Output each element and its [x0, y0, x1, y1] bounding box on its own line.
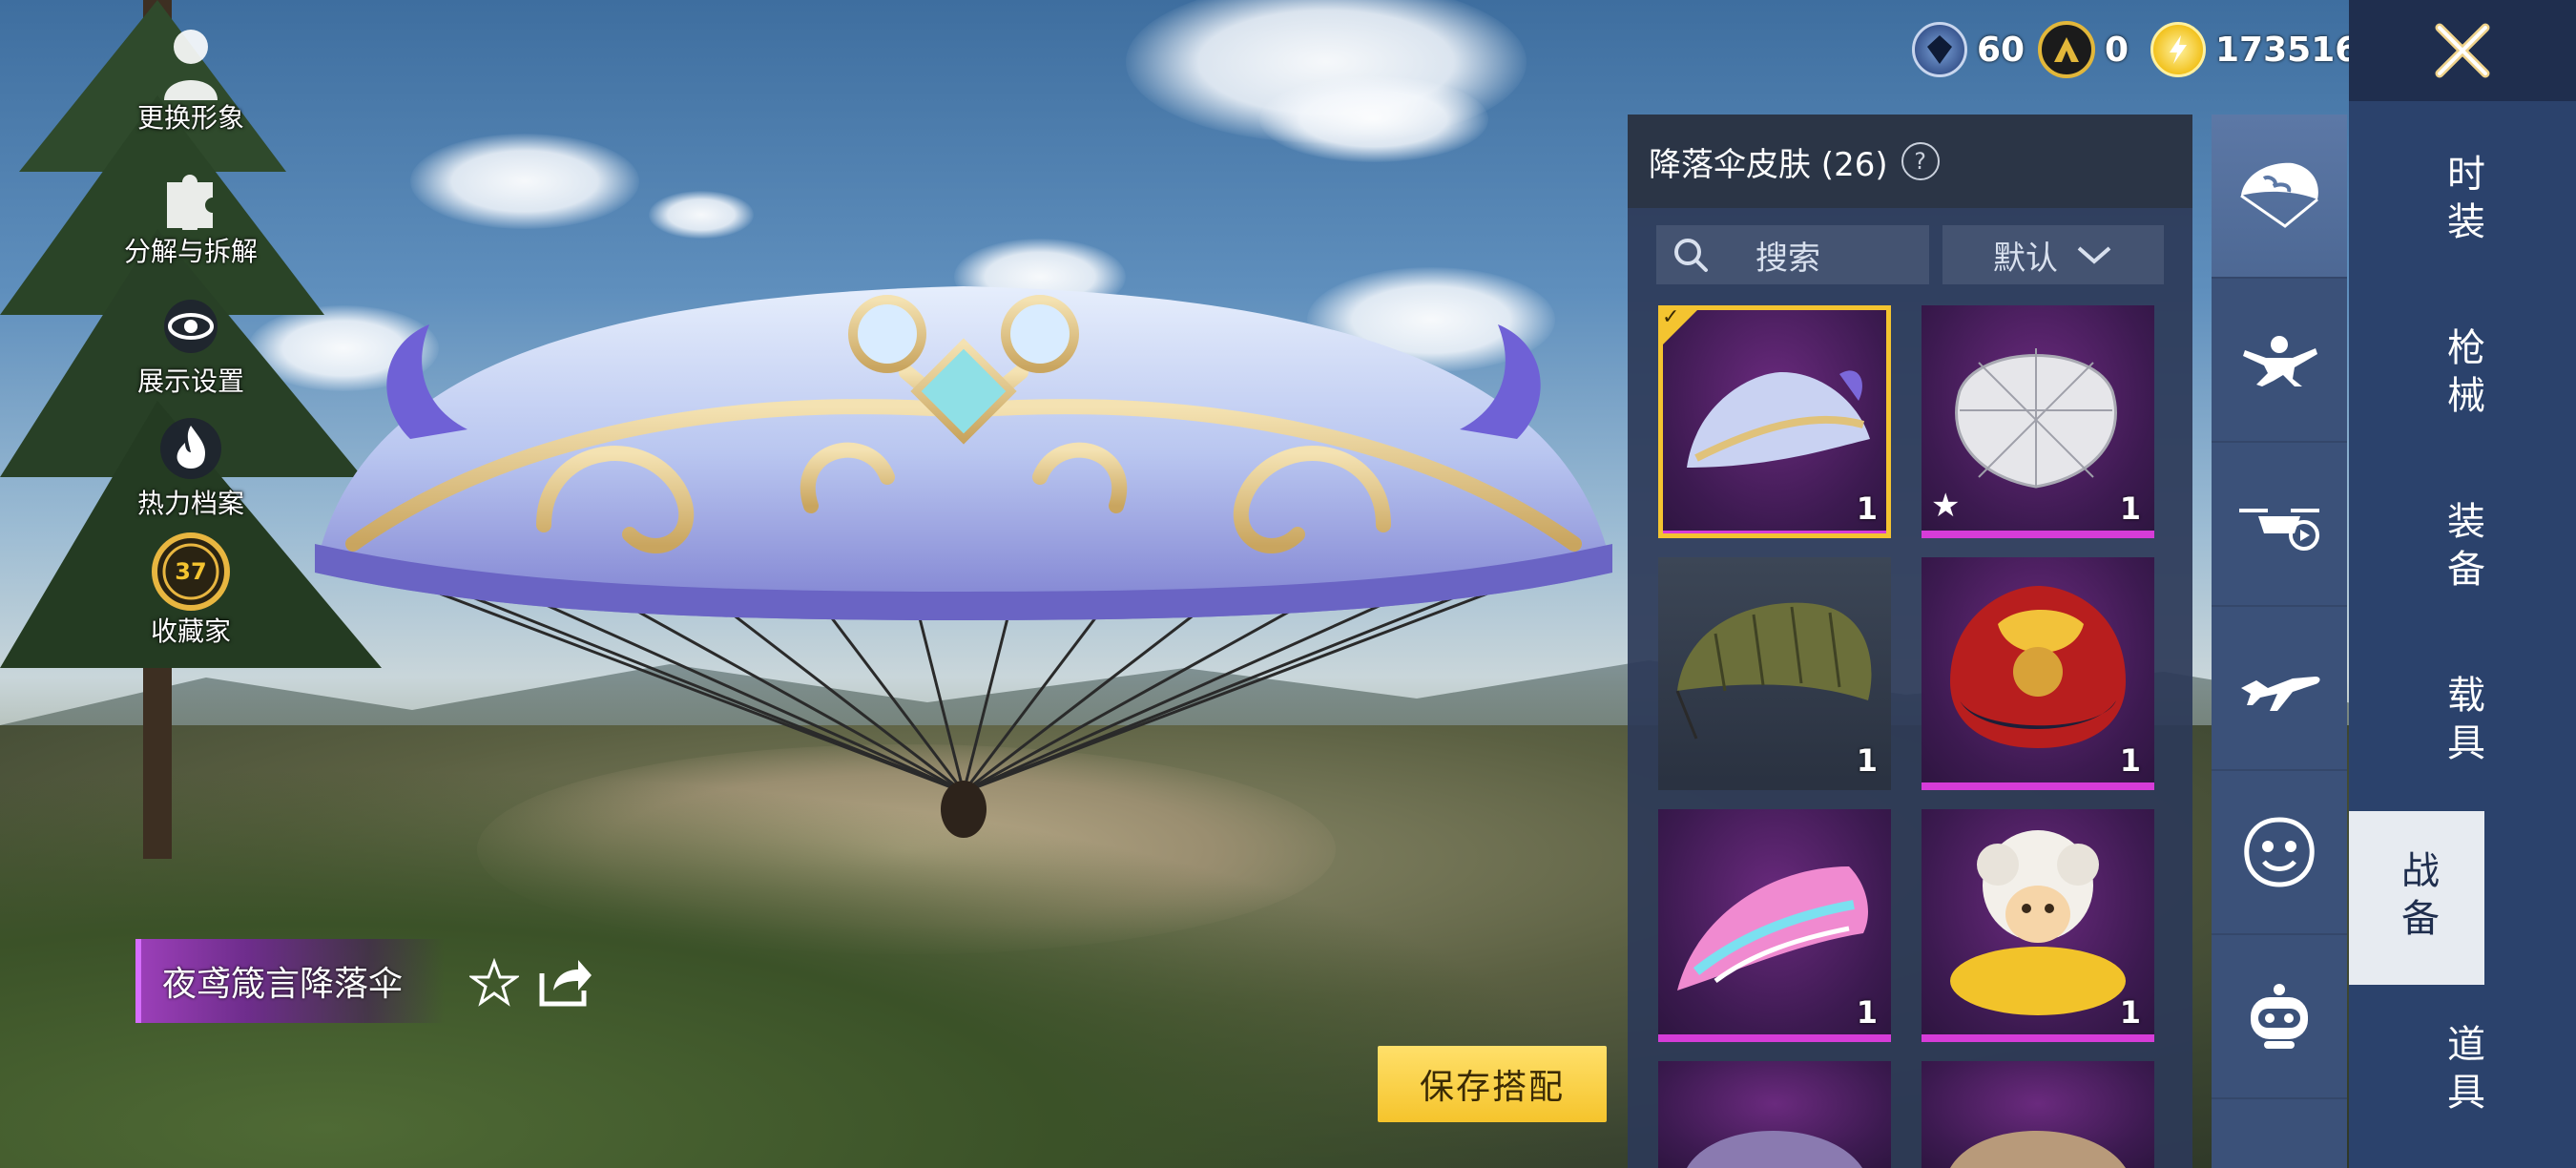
cloud	[1259, 76, 1488, 162]
card-qty: 1	[1856, 994, 1878, 1031]
panel-title: 降落伞皮肤 (26)	[1649, 145, 1888, 184]
search-icon	[1674, 239, 1708, 272]
card-qty: 1	[1856, 490, 1878, 527]
flame-icon	[153, 410, 229, 487]
sort-dropdown[interactable]: 默认	[1942, 225, 2164, 284]
currency-2: 0	[2038, 21, 2129, 78]
card-qty: 1	[1856, 742, 1878, 779]
display-settings-label: 展示设置	[136, 365, 244, 397]
gold-a-coin-icon	[2038, 21, 2095, 78]
display-settings-button[interactable]: 展示设置	[114, 288, 267, 399]
search-label: 搜索	[1755, 239, 1820, 278]
cloud	[649, 191, 754, 239]
decompose-label: 分解与拆解	[123, 236, 258, 267]
eye-icon	[153, 288, 229, 365]
tab-label: 装备	[2441, 501, 2484, 596]
card-qty: 1	[2119, 742, 2141, 779]
tab-vehicles[interactable]: 载具	[2349, 636, 2576, 809]
category-parachute[interactable]	[2212, 115, 2347, 279]
tab-label: 时装	[2441, 154, 2484, 249]
heat-record-label: 热力档案	[136, 488, 244, 519]
chevron-down-icon	[2077, 246, 2111, 264]
sort-label: 默认	[1993, 239, 2058, 278]
card-qty: 1	[2119, 994, 2141, 1031]
tab-label: 战备	[2395, 850, 2439, 946]
item-name-banner: 夜鸢箴言降落伞	[135, 939, 445, 1023]
tab-fashion[interactable]: 时装	[2349, 115, 2576, 288]
collector-badge-icon: 37	[148, 529, 234, 615]
card-qty: 1	[2119, 490, 2141, 527]
equipped-check-icon: ✓	[1658, 305, 1702, 349]
silver-coin-icon	[1912, 22, 1967, 77]
currency-1-value: 60	[1977, 30, 2025, 70]
subcategory-column	[2212, 115, 2347, 1168]
bp-coin-icon	[2150, 22, 2206, 77]
share-button[interactable]	[536, 954, 593, 1010]
skin-card[interactable]: 1	[1922, 557, 2154, 790]
skin-panel: 降落伞皮肤 (26) ? 搜索 默认 ✓ 1 ★ 1 1 1 1 1	[1628, 115, 2192, 1168]
category-skydive[interactable]	[2212, 279, 2347, 443]
emote-face-icon	[2244, 817, 2315, 887]
currency-2-value: 0	[2105, 30, 2129, 70]
skydiver-icon	[2243, 336, 2317, 386]
help-icon[interactable]: ?	[1901, 142, 1940, 180]
category-airplane[interactable]	[2212, 607, 2347, 771]
category-emote[interactable]	[2212, 771, 2347, 935]
skin-card[interactable]: ✓ 1	[1658, 305, 1891, 538]
drone-icon	[2239, 509, 2319, 551]
share-icon	[539, 960, 592, 1007]
parachute-icon	[2240, 162, 2318, 228]
decompose-button[interactable]: 分解与拆解	[114, 158, 267, 269]
tab-weapons[interactable]: 枪械	[2349, 288, 2576, 462]
collector-badge-value: 37	[175, 558, 207, 585]
avatar-icon	[153, 25, 229, 101]
save-outfit-button[interactable]: 保存搭配	[1378, 1046, 1607, 1122]
close-icon	[2435, 23, 2490, 78]
skin-card[interactable]: 1	[1658, 557, 1891, 790]
currency-3-value: 173516	[2215, 30, 2359, 70]
skin-card[interactable]: 1	[1658, 809, 1891, 1042]
skin-card[interactable]	[1922, 1061, 2154, 1168]
parachute-thumbnail-partial	[1687, 1131, 1862, 1168]
tab-label: 道具	[2441, 1024, 2484, 1119]
category-drone[interactable]	[2212, 443, 2347, 607]
airplane-icon	[2241, 677, 2320, 711]
change-avatar-label: 更换形象	[136, 102, 244, 134]
close-button[interactable]	[2349, 0, 2576, 101]
collector-label: 收藏家	[150, 615, 231, 647]
parachute-model	[315, 286, 1612, 838]
currency-3: 173516	[2150, 22, 2359, 77]
skin-card[interactable]: ★ 1	[1922, 305, 2154, 538]
tab-label: 枪械	[2441, 327, 2484, 423]
tab-items[interactable]: 道具	[2349, 985, 2576, 1158]
item-name: 夜鸢箴言降落伞	[162, 965, 404, 1004]
robot-icon	[2251, 984, 2308, 1049]
change-avatar-button[interactable]: 更换形象	[114, 25, 267, 136]
favorite-star-icon: ★	[1931, 487, 1961, 525]
cloud	[410, 134, 639, 229]
favorite-button[interactable]	[467, 957, 521, 1008]
search-button[interactable]: 搜索	[1656, 225, 1929, 284]
skin-card[interactable]: 1	[1922, 809, 2154, 1042]
heat-record-button[interactable]: 热力档案	[114, 410, 267, 521]
category-companion[interactable]	[2212, 935, 2347, 1099]
star-outline-icon	[467, 957, 521, 1007]
parachute-thumbnail-partial	[1950, 1131, 2126, 1168]
currency-1: 60	[1912, 22, 2025, 77]
panel-header: 降落伞皮肤 (26) ?	[1628, 115, 2192, 208]
skin-card[interactable]	[1658, 1061, 1891, 1168]
main-category-tabs: 时装 枪械 装备 载具 战备 道具	[2349, 101, 2576, 1168]
puzzle-icon	[153, 158, 229, 235]
tab-combat-gear[interactable]: 战备	[2349, 811, 2484, 985]
collector-button[interactable]: 37 收藏家	[114, 529, 267, 649]
tab-equipment[interactable]: 装备	[2349, 462, 2576, 636]
tab-label: 载具	[2441, 675, 2484, 770]
